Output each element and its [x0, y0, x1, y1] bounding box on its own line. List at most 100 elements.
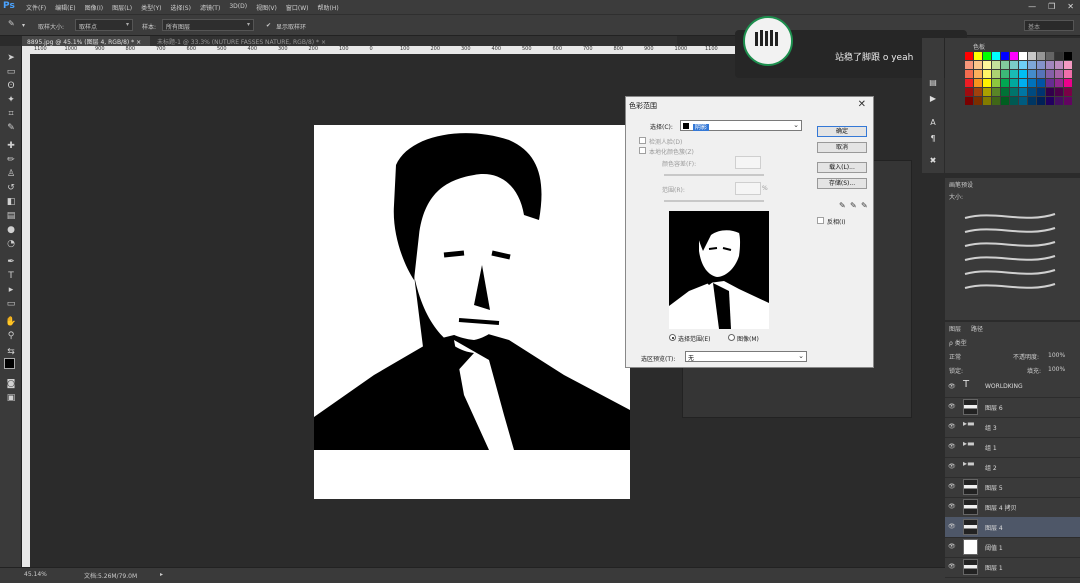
color-swatch[interactable] [992, 79, 1000, 87]
fuzziness-field[interactable] [735, 156, 761, 169]
color-swatch[interactable] [1046, 70, 1054, 78]
move-tool-icon[interactable]: ➤ [3, 52, 19, 64]
color-swatch[interactable] [1001, 97, 1009, 105]
menu-item[interactable]: 图层(L) [112, 3, 132, 12]
color-swatch[interactable] [965, 70, 973, 78]
tab-close-icon[interactable]: × [321, 39, 326, 46]
color-swatch[interactable] [992, 70, 1000, 78]
eye-icon[interactable]: 👁 [948, 523, 956, 530]
workspace-select[interactable]: 基本 [1024, 20, 1074, 31]
menu-item[interactable]: 3D(D) [229, 3, 247, 12]
history-brush-tool-icon[interactable]: ↺ [3, 182, 19, 194]
color-swatch[interactable] [1055, 79, 1063, 87]
sample-select[interactable]: 所有图层 [162, 19, 254, 31]
tab-document-1[interactable]: 8895.jpg @ 45.1% (图层 4, RGB/8) * × [22, 36, 150, 46]
color-swatch[interactable] [992, 97, 1000, 105]
fuzziness-slider[interactable] [664, 174, 764, 176]
color-swatch[interactable] [1010, 79, 1018, 87]
shape-tool-icon[interactable]: ▭ [3, 298, 19, 310]
color-swatch[interactable] [1064, 52, 1072, 60]
minimize-button[interactable]: — [1028, 2, 1036, 11]
menu-item[interactable]: 文件(F) [26, 3, 46, 12]
layer-row[interactable]: 👁 图层 5 [945, 477, 1080, 498]
path-select-tool-icon[interactable]: ▸ [3, 284, 19, 296]
color-swatch[interactable] [1028, 88, 1036, 96]
color-swatch[interactable] [1055, 97, 1063, 105]
eyedropper-icon[interactable]: ✎ [839, 201, 846, 210]
blur-tool-icon[interactable]: ● [3, 224, 19, 236]
eraser-tool-icon[interactable]: ◧ [3, 196, 19, 208]
color-swatch[interactable] [965, 52, 973, 60]
eyedropper-tool-icon[interactable]: ✎ [3, 122, 19, 134]
color-swatch[interactable] [1055, 88, 1063, 96]
eyedropper-icon[interactable]: ✎ [8, 19, 15, 28]
color-swatch[interactable] [1037, 88, 1045, 96]
radio-selection[interactable] [669, 334, 676, 341]
dialog-close-button[interactable]: ✕ [858, 99, 866, 110]
fill-value[interactable]: 100% [1048, 366, 1065, 373]
color-swatch[interactable] [1010, 70, 1018, 78]
cancel-button[interactable]: 取消 [817, 142, 867, 153]
screen-mode-icon[interactable]: ▣ [3, 392, 19, 404]
quick-select-tool-icon[interactable]: ✦ [3, 94, 19, 106]
eye-icon[interactable]: 👁 [948, 443, 956, 450]
layer-row[interactable]: 👁 ▸▬ 组 3 [945, 417, 1080, 438]
color-swatch[interactable] [1019, 97, 1027, 105]
color-swatch[interactable] [1037, 70, 1045, 78]
color-swatch[interactable] [1001, 52, 1009, 60]
brush-stroke-previews[interactable] [945, 208, 1080, 308]
color-swatch[interactable] [1010, 88, 1018, 96]
color-swatch[interactable] [1037, 52, 1045, 60]
color-swatch[interactable] [974, 88, 982, 96]
color-swatch[interactable] [1064, 79, 1072, 87]
color-swatch[interactable] [1010, 52, 1018, 60]
color-swatch[interactable] [1019, 61, 1027, 69]
range-slider[interactable] [664, 200, 764, 202]
color-swatch[interactable] [983, 79, 991, 87]
preview-select[interactable]: 无 ⌄ [685, 351, 807, 362]
history-icon[interactable]: ▤ [927, 78, 939, 88]
color-swatch[interactable] [1046, 79, 1054, 87]
eye-icon[interactable]: 👁 [948, 563, 956, 570]
color-swatch[interactable] [1019, 79, 1027, 87]
status-arrow[interactable]: ▸ [160, 571, 163, 578]
opacity-value[interactable]: 100% [1048, 352, 1065, 359]
layer-row[interactable]: 👁 T WORLDKING [945, 377, 1080, 398]
tab-document-2[interactable]: 未标题-1 @ 33.3% (NUTURE FASSES NATURE, RGB… [152, 36, 362, 46]
healing-tool-icon[interactable]: ✚ [3, 140, 19, 152]
select-dropdown[interactable]: 阴影 ⌄ [680, 120, 802, 131]
actions-icon[interactable]: ▶ [927, 94, 939, 104]
range-field[interactable] [735, 182, 761, 195]
color-swatch[interactable] [992, 88, 1000, 96]
color-swatch[interactable] [1046, 88, 1054, 96]
color-swatch[interactable] [1028, 97, 1036, 105]
close-window-button[interactable]: ✕ [1067, 2, 1074, 11]
eye-icon[interactable]: 👁 [948, 483, 956, 490]
color-swatch[interactable] [1064, 61, 1072, 69]
eyedropper-minus-icon[interactable]: ✎ [861, 201, 868, 210]
radio-image[interactable] [728, 334, 735, 341]
blend-mode-select[interactable]: 正常 [949, 352, 961, 361]
tab-close-icon[interactable]: × [136, 39, 141, 46]
eye-icon[interactable]: 👁 [948, 423, 956, 430]
sample-size-select[interactable]: 取样点 [75, 19, 133, 31]
color-swatch[interactable] [1010, 97, 1018, 105]
menu-item[interactable]: 类型(Y) [141, 3, 161, 12]
color-swatch[interactable] [983, 52, 991, 60]
color-swatch[interactable] [983, 97, 991, 105]
zoom-level[interactable]: 45.14% [24, 571, 47, 578]
save-button[interactable]: 存储(S)... [817, 178, 867, 189]
color-swatch[interactable] [1037, 97, 1045, 105]
layer-row[interactable]: 👁 阈值 1 [945, 537, 1080, 558]
color-swatch[interactable] [1028, 70, 1036, 78]
color-swatch[interactable] [1019, 52, 1027, 60]
menu-item[interactable]: 选择(S) [170, 3, 191, 12]
eye-icon[interactable]: 👁 [948, 403, 956, 410]
localized-checkbox[interactable] [639, 147, 646, 154]
foreground-color-swatch[interactable] [4, 358, 15, 369]
color-swatch[interactable] [1001, 79, 1009, 87]
document-canvas[interactable] [314, 125, 630, 499]
color-swatch[interactable] [992, 52, 1000, 60]
color-swatch[interactable] [1028, 61, 1036, 69]
menu-item[interactable]: 滤镜(T) [200, 3, 220, 12]
